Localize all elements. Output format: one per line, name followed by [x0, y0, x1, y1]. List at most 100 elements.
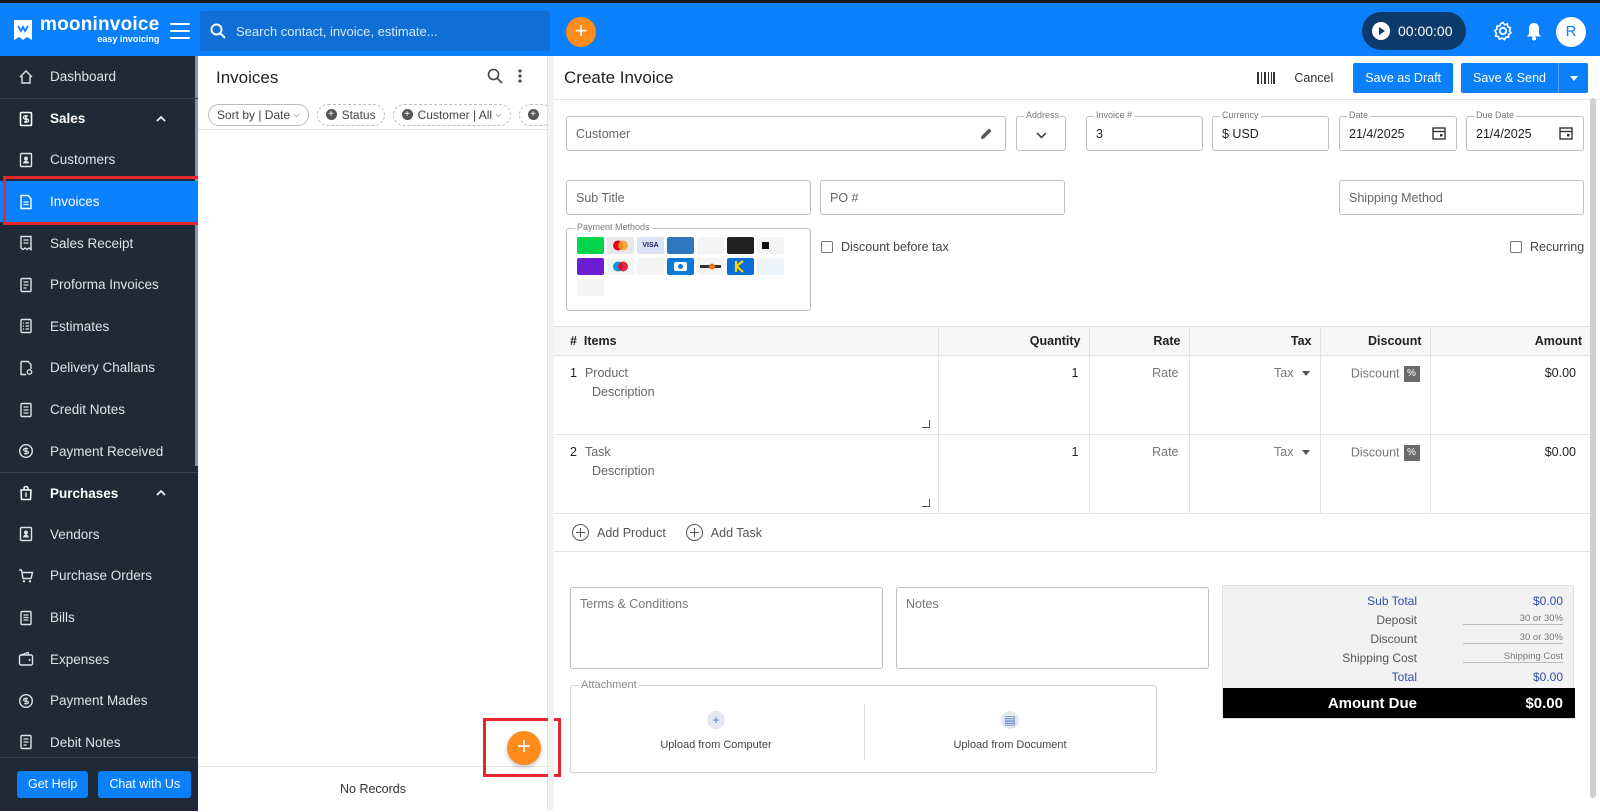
calendar-icon[interactable] — [1432, 126, 1446, 140]
discover-icon[interactable] — [697, 258, 724, 275]
sidebar-item-credit-notes[interactable]: Credit Notes — [0, 389, 198, 431]
cash-icon[interactable] — [667, 258, 694, 275]
payment-methods-box: Payment Methods VISA — [566, 222, 811, 311]
upload-from-document-button[interactable]: ▤ Upload from Document — [865, 711, 1155, 751]
item-cell[interactable]: 1 Product Description — [554, 355, 938, 435]
upload-from-computer-button[interactable]: + Upload from Computer — [571, 711, 861, 751]
sidebar-item-expenses[interactable]: Expenses — [0, 638, 198, 680]
list-title: Invoices — [216, 68, 279, 87]
timer-button[interactable]: 00:00:00 — [1362, 12, 1466, 50]
quantity-input[interactable]: 1 — [937, 355, 1089, 435]
percent-toggle[interactable]: % — [1403, 445, 1420, 461]
percent-toggle[interactable]: % — [1403, 366, 1420, 382]
sidebar-item-vendors[interactable]: Vendors — [0, 514, 198, 556]
sidebar-item-bills[interactable]: Bills — [0, 597, 198, 639]
wallet-pay-icon[interactable] — [757, 258, 784, 275]
form-scrollbar[interactable] — [1590, 98, 1596, 798]
sidebar-item-purchase-orders[interactable]: Purchase Orders — [0, 555, 198, 597]
sidebar-item-proforma-invoices[interactable]: Proforma Invoices — [0, 264, 198, 306]
debit-card-icon[interactable] — [727, 237, 754, 254]
item-name-input[interactable]: Product — [585, 366, 628, 380]
search-icon[interactable] — [487, 68, 503, 84]
klarna-icon[interactable] — [727, 258, 754, 275]
chevron-up-icon[interactable] — [156, 488, 166, 498]
sidebar-item-estimates[interactable]: Estimates — [0, 306, 198, 348]
item-description-input[interactable]: Description — [592, 385, 928, 399]
discount-input[interactable]: Discount% — [1319, 355, 1430, 435]
sidebar-item-delivery-challans[interactable]: Delivery Challans — [0, 347, 198, 389]
wallet-icon — [18, 651, 34, 666]
quick-add-button[interactable]: + — [566, 17, 596, 47]
mastercard-icon[interactable] — [607, 237, 634, 254]
save-options-dropdown[interactable] — [1558, 63, 1588, 93]
notes-textarea[interactable]: Notes — [896, 587, 1209, 669]
search-input[interactable]: Search contact, invoice, estimate... — [200, 11, 550, 51]
credit-icon — [20, 402, 32, 417]
maestro-icon[interactable] — [607, 258, 634, 275]
item-description-input[interactable]: Description — [592, 464, 928, 478]
sidebar-item-sales[interactable]: Sales — [0, 97, 198, 140]
bell-icon[interactable] — [1523, 20, 1545, 42]
discount-input[interactable]: Discount% — [1319, 434, 1430, 514]
save-as-draft-button[interactable]: Save as Draft — [1353, 63, 1454, 93]
address-dropdown[interactable]: Address — [1016, 110, 1066, 151]
recurring-checkbox[interactable]: Recurring — [1510, 240, 1584, 254]
chevron-up-icon[interactable] — [156, 114, 166, 124]
shipping-method-field[interactable]: Shipping Method — [1339, 180, 1584, 215]
rate-input[interactable]: Rate — [1088, 434, 1189, 514]
add-product-button[interactable]: Add Product — [572, 524, 666, 541]
bank-transfer-icon[interactable] — [697, 237, 724, 254]
calendar-icon[interactable] — [1559, 126, 1573, 140]
invoice-number-field[interactable]: Invoice # 3 — [1086, 110, 1203, 151]
item-cell[interactable]: 2 Task Description — [554, 434, 938, 514]
resize-handle-icon[interactable] — [921, 499, 930, 507]
discount-row[interactable]: Discount 30 or 30% — [1223, 632, 1575, 651]
discount-before-tax-checkbox[interactable]: Discount before tax — [821, 240, 949, 254]
sidebar-item-customers[interactable]: Customers — [0, 139, 198, 181]
sidebar-item-dashboard[interactable]: Dashboard — [0, 56, 198, 98]
shipping-cost-row[interactable]: Shipping Cost Shipping Cost — [1223, 651, 1575, 670]
tax-dropdown[interactable]: Tax — [1188, 355, 1320, 435]
deposit-row[interactable]: Deposit 30 or 30% — [1223, 613, 1575, 632]
sort-chip[interactable]: Sort by | Date ⌵ — [208, 103, 309, 126]
barcode-icon[interactable] — [1256, 71, 1276, 85]
gear-icon[interactable] — [1492, 20, 1514, 42]
other-payment-icon[interactable] — [577, 279, 604, 296]
po-number-field[interactable]: PO # — [820, 180, 1065, 215]
resize-handle-icon[interactable] — [921, 420, 930, 428]
rate-input[interactable]: Rate — [1088, 355, 1189, 435]
square-icon[interactable] — [757, 237, 784, 254]
coin-icon — [18, 444, 34, 459]
sidebar-item-payment-mades[interactable]: Payment Mades — [0, 680, 198, 722]
chat-with-us-button[interactable]: Chat with Us — [98, 771, 192, 798]
status-chip[interactable]: + Status — [316, 103, 385, 126]
cancel-button[interactable]: Cancel — [1294, 71, 1333, 85]
terms-textarea[interactable]: Terms & Conditions — [570, 587, 883, 669]
item-name-input[interactable]: Task — [585, 445, 611, 459]
sidebar-item-payment-received[interactable]: Payment Received — [0, 430, 198, 472]
get-help-button[interactable]: Get Help — [17, 771, 89, 798]
sidebar-item-purchases[interactable]: Purchases — [0, 471, 198, 514]
tax-dropdown[interactable]: Tax — [1188, 434, 1320, 514]
customer-field[interactable]: Customer — [566, 116, 1006, 151]
add-task-button[interactable]: Add Task — [685, 524, 762, 541]
izettle-icon[interactable] — [637, 258, 664, 275]
zelle-icon[interactable] — [577, 258, 604, 275]
visa-icon[interactable]: VISA — [637, 237, 664, 254]
quantity-input[interactable]: 1 — [937, 434, 1089, 514]
edit-icon[interactable] — [980, 127, 993, 140]
sidebar-item-sales-receipt[interactable]: Sales Receipt — [0, 222, 198, 264]
avatar[interactable]: R — [1556, 17, 1586, 47]
subtitle-field[interactable]: Sub Title — [566, 180, 811, 215]
more-vertical-icon[interactable] — [517, 68, 523, 84]
date-field[interactable]: Date 21/4/2025 — [1339, 110, 1457, 151]
more-filter-chip[interactable]: + — [518, 103, 547, 126]
currency-field[interactable]: Currency $ USD — [1212, 110, 1329, 151]
customer-chip[interactable]: + Customer | All ⌵ — [392, 103, 511, 126]
amex-icon[interactable] — [667, 237, 694, 254]
cash-app-icon[interactable] — [577, 237, 604, 254]
logo[interactable]: mooninvoice easy invoicing — [0, 15, 198, 44]
save-and-send-button[interactable]: Save & Send — [1461, 63, 1558, 93]
hamburger-menu-icon[interactable] — [170, 23, 190, 39]
due-date-field[interactable]: Due Date 21/4/2025 — [1466, 110, 1584, 151]
